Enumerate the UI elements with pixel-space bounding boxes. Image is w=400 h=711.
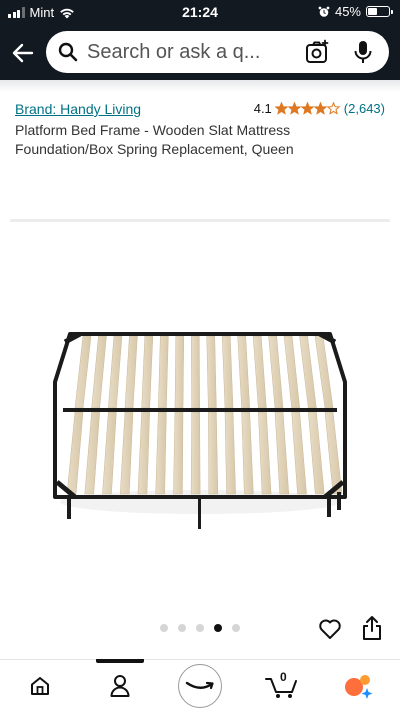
star-rating-icon — [274, 102, 341, 115]
amazon-smile-icon — [185, 681, 214, 690]
tab-menu[interactable] — [338, 670, 378, 702]
image-carousel-dots[interactable] — [160, 624, 240, 632]
carousel-dot[interactable] — [196, 624, 204, 632]
star-4 — [313, 102, 328, 115]
carousel-dot[interactable] — [214, 624, 222, 632]
section-divider — [10, 219, 390, 222]
rating-value: 4.1 — [253, 101, 272, 116]
menu-icon — [345, 675, 373, 699]
microphone-icon[interactable] — [352, 39, 374, 65]
search-icon — [58, 42, 78, 62]
star-3 — [300, 102, 315, 115]
bottom-tab-bar: 0 — [0, 659, 400, 711]
tab-account[interactable] — [100, 670, 140, 702]
camera-lens-icon[interactable] — [304, 39, 330, 65]
carousel-dot[interactable] — [160, 624, 168, 632]
status-right: 45% — [318, 4, 393, 19]
cart-count-badge: 0 — [280, 670, 287, 684]
heart-icon[interactable] — [318, 617, 342, 641]
carousel-dot[interactable] — [232, 624, 240, 632]
rating-count-link[interactable]: (2,643) — [344, 101, 385, 116]
tab-home[interactable] — [20, 670, 60, 702]
battery-icon — [366, 6, 393, 17]
tab-cart[interactable]: 0 — [262, 670, 302, 702]
search-input[interactable]: Search or ask a q... — [87, 41, 307, 64]
share-icon[interactable] — [361, 615, 383, 641]
back-arrow-icon[interactable] — [10, 40, 36, 66]
brand-link[interactable]: Brand: Handy Living — [15, 101, 141, 117]
app-header: Search or ask a q... — [0, 26, 400, 80]
product-image-bed-frame[interactable] — [45, 322, 355, 532]
alarm-icon — [318, 6, 330, 17]
status-bar: Mint 21:24 45% — [0, 0, 400, 26]
rating-summary[interactable]: 4.1 (2,643) — [254, 101, 385, 116]
star-5 — [326, 102, 341, 115]
home-icon — [31, 677, 49, 695]
star-1 — [274, 102, 289, 115]
header-shadow — [0, 80, 400, 92]
tab-rufus[interactable] — [178, 664, 222, 708]
product-title: Platform Bed Frame - Wooden Slat Mattres… — [15, 122, 294, 157]
active-tab-indicator — [96, 659, 144, 663]
carousel-dot[interactable] — [178, 624, 186, 632]
person-icon — [110, 675, 130, 697]
search-bar[interactable]: Search or ask a q... — [46, 31, 389, 73]
star-2 — [287, 102, 302, 115]
battery-percent: 45% — [334, 4, 361, 19]
